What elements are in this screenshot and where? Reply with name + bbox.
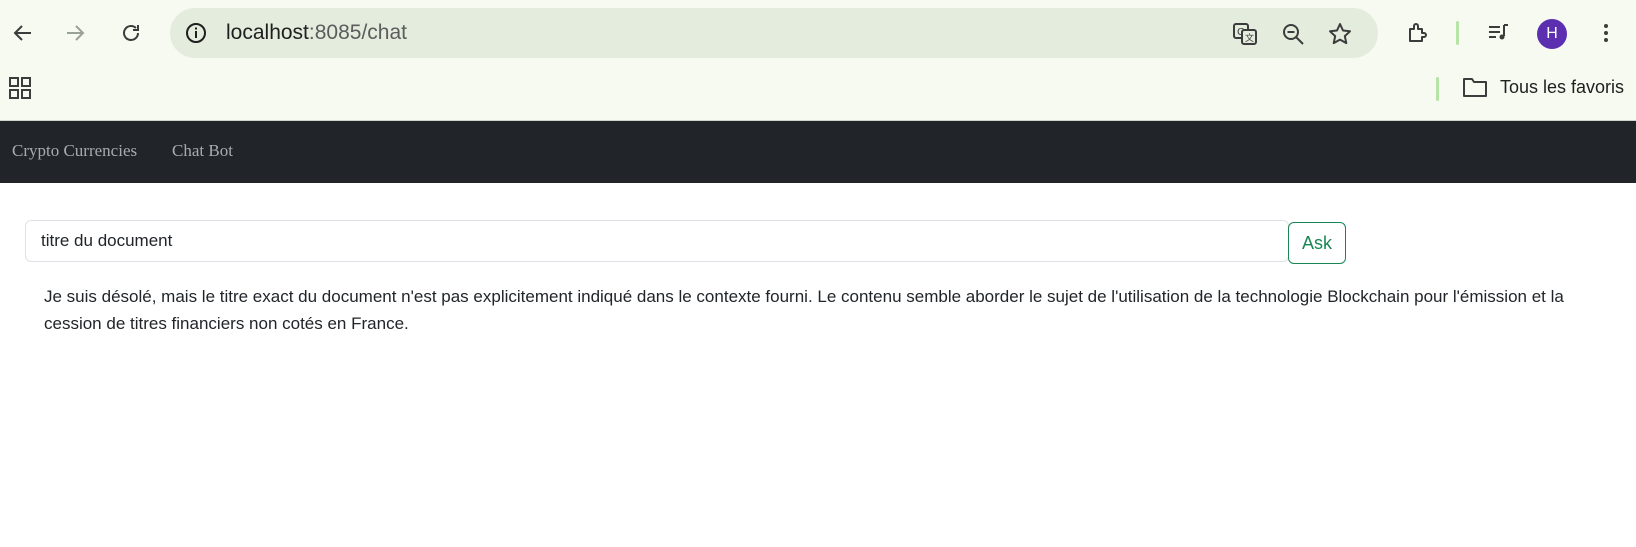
arrow-left-icon [13, 25, 31, 41]
bookmarks-separator [1436, 77, 1439, 101]
reload-button[interactable] [115, 17, 147, 49]
nav-link-chat-bot[interactable]: Chat Bot [172, 141, 233, 161]
arrow-right-icon [67, 25, 85, 41]
puzzle-icon [1409, 23, 1427, 42]
apps-button[interactable] [8, 76, 32, 100]
folder-icon [1463, 78, 1487, 97]
media-queue-icon [1489, 24, 1508, 40]
address-bar[interactable]: localhost:8085/chat G文 [170, 8, 1378, 58]
url-path: :8085/chat [308, 21, 407, 44]
zoom-out-icon [1283, 24, 1304, 45]
all-bookmarks-folder[interactable]: Tous les favoris [1462, 76, 1624, 98]
apps-grid-icon [9, 77, 31, 99]
ask-button[interactable]: Ask [1288, 222, 1346, 264]
star-icon [1329, 23, 1351, 45]
bookmark-star-button[interactable] [1327, 21, 1353, 47]
translate-button[interactable]: G文 [1232, 21, 1258, 47]
profile-avatar[interactable]: H [1537, 19, 1567, 49]
extensions-button[interactable] [1402, 17, 1434, 49]
bookmarks-bar [0, 66, 1636, 121]
back-button[interactable] [7, 17, 39, 49]
reload-icon [123, 25, 139, 41]
menu-button[interactable] [1590, 17, 1622, 49]
all-bookmarks-label: Tous les favoris [1500, 76, 1625, 97]
nav-link-crypto-currencies[interactable]: Crypto Currencies [12, 141, 137, 161]
zoom-button[interactable] [1280, 21, 1306, 47]
url-text[interactable]: localhost:8085/chat [226, 21, 407, 45]
question-input[interactable] [25, 220, 1289, 262]
app-navbar: Crypto Currencies Chat Bot [0, 121, 1636, 183]
translate-icon: G文 [1233, 23, 1257, 45]
toolbar-separator [1456, 21, 1459, 45]
url-host: localhost [226, 21, 309, 44]
chat-answer: Je suis désolé, mais le titre exact du d… [44, 287, 1564, 333]
svg-text:文: 文 [1245, 32, 1254, 44]
forward-button[interactable] [59, 17, 91, 49]
media-button[interactable] [1482, 17, 1514, 49]
more-vertical-icon [1604, 24, 1608, 42]
browser-toolbar: localhost:8085/chat G文 H [0, 0, 1636, 66]
site-info-icon[interactable] [184, 21, 208, 45]
